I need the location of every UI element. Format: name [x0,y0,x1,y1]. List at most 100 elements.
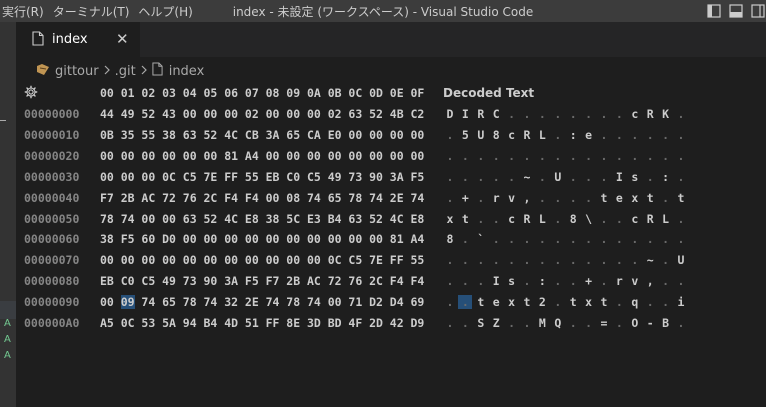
hex-byte[interactable]: 00 [266,149,280,163]
hex-byte[interactable]: 3A [390,170,404,184]
hex-byte[interactable]: 8E [286,316,300,330]
decoded-char[interactable]: . [474,253,488,267]
decoded-char[interactable]: c [505,128,519,142]
decoded-char[interactable]: x [582,295,596,309]
hex-byte[interactable]: 2C [204,191,218,205]
decoded-char[interactable]: . [566,232,580,246]
hex-byte[interactable]: 74 [307,191,321,205]
decoded-char[interactable]: . [566,316,580,330]
hex-byte[interactable]: D9 [411,316,425,330]
decoded-char[interactable]: . [505,170,519,184]
decoded-char[interactable]: O [628,316,642,330]
hex-byte[interactable]: 00 [245,253,259,267]
hex-byte[interactable]: 52 [369,107,383,121]
hex-byte[interactable]: 00 [204,149,218,163]
decoded-char[interactable]: . [612,128,626,142]
decoded-char[interactable]: . [551,274,565,288]
decoded-char[interactable]: + [458,191,472,205]
hex-byte[interactable]: D4 [390,295,404,309]
hex-byte[interactable]: F5 [245,274,259,288]
hex-byte[interactable]: 49 [121,107,135,121]
decoded-char[interactable]: . [505,149,519,163]
hex-byte[interactable]: 65 [162,295,176,309]
hex-byte[interactable]: 81 [390,232,404,246]
hex-byte[interactable]: 42 [390,316,404,330]
decoded-char[interactable]: ~ [643,253,657,267]
decoded-char[interactable]: R [474,107,488,121]
decoded-char[interactable]: . [551,191,565,205]
decoded-char[interactable]: t [474,295,488,309]
hex-byte[interactable]: 52 [141,107,155,121]
hex-byte[interactable]: 00 [348,232,362,246]
decoded-char[interactable]: . [659,253,673,267]
decoded-char[interactable]: . [443,149,457,163]
decoded-char[interactable]: : [659,170,673,184]
hex-byte[interactable]: 00 [183,149,197,163]
decoded-char[interactable]: . [535,107,549,121]
hex-byte[interactable]: C5 [183,170,197,184]
hex-byte[interactable]: 32 [224,295,238,309]
hex-byte[interactable]: 08 [286,191,300,205]
hex-byte[interactable]: 3A [224,274,238,288]
hex-byte[interactable]: 74 [411,191,425,205]
decoded-char[interactable]: , [643,274,657,288]
decoded-char[interactable]: Z [489,316,503,330]
decoded-char[interactable]: . [566,274,580,288]
hex-byte[interactable]: 2E [245,295,259,309]
decoded-char[interactable]: . [474,212,488,226]
hex-byte[interactable]: 74 [266,295,280,309]
hex-byte[interactable]: 3A [266,128,280,142]
decoded-char[interactable]: R [520,128,534,142]
decoded-char[interactable]: e [582,128,596,142]
hex-byte[interactable]: E3 [307,212,321,226]
hex-byte[interactable]: 00 [266,232,280,246]
decoded-char[interactable]: . [551,212,565,226]
hex-byte[interactable]: 74 [121,212,135,226]
decoded-char[interactable]: . [474,191,488,205]
hex-byte[interactable]: 76 [183,191,197,205]
decoded-char[interactable]: x [443,212,457,226]
decoded-char[interactable]: . [566,170,580,184]
hex-byte[interactable]: 73 [183,274,197,288]
hex-byte[interactable]: 00 [162,253,176,267]
hex-byte[interactable]: 49 [328,170,342,184]
decoded-char[interactable]: . [551,128,565,142]
hex-byte[interactable]: C2 [411,107,425,121]
hex-byte[interactable]: 00 [390,149,404,163]
hex-byte[interactable]: 00 [224,253,238,267]
hex-byte[interactable]: E8 [245,212,259,226]
hex-byte[interactable]: 2C [369,274,383,288]
decoded-char[interactable]: . [566,253,580,267]
hex-byte[interactable]: 49 [162,274,176,288]
tab-index[interactable]: index ✕ [16,22,140,57]
decoded-char[interactable]: . [489,212,503,226]
hex-byte[interactable]: C5 [141,274,155,288]
decoded-char[interactable]: . [674,149,688,163]
decoded-char[interactable]: . [582,170,596,184]
decoded-char[interactable]: t [566,295,580,309]
decoded-char[interactable]: . [659,274,673,288]
hex-byte[interactable]: 00 [369,232,383,246]
decoded-char[interactable]: , [520,191,534,205]
decoded-char[interactable]: . [597,253,611,267]
decoded-char[interactable]: . [582,232,596,246]
decoded-char[interactable]: 8 [489,128,503,142]
hex-byte[interactable]: 63 [183,128,197,142]
hex-byte[interactable]: 00 [141,253,155,267]
hex-byte[interactable]: 00 [162,212,176,226]
hex-byte[interactable]: F4 [390,274,404,288]
decoded-char[interactable]: . [505,232,519,246]
hex-byte[interactable]: 65 [328,191,342,205]
decoded-char[interactable]: r [489,191,503,205]
decoded-char[interactable]: . [443,128,457,142]
decoded-char[interactable]: s [628,170,642,184]
decoded-char[interactable]: . [535,191,549,205]
decoded-char[interactable]: e [489,295,503,309]
decoded-char[interactable]: t [597,295,611,309]
decoded-char[interactable]: . [674,128,688,142]
hex-byte[interactable]: 00 [245,232,259,246]
decoded-char[interactable]: 5 [458,128,472,142]
decoded-char[interactable]: U [674,253,688,267]
decoded-char[interactable]: . [520,274,534,288]
hex-byte[interactable]: B4 [328,212,342,226]
